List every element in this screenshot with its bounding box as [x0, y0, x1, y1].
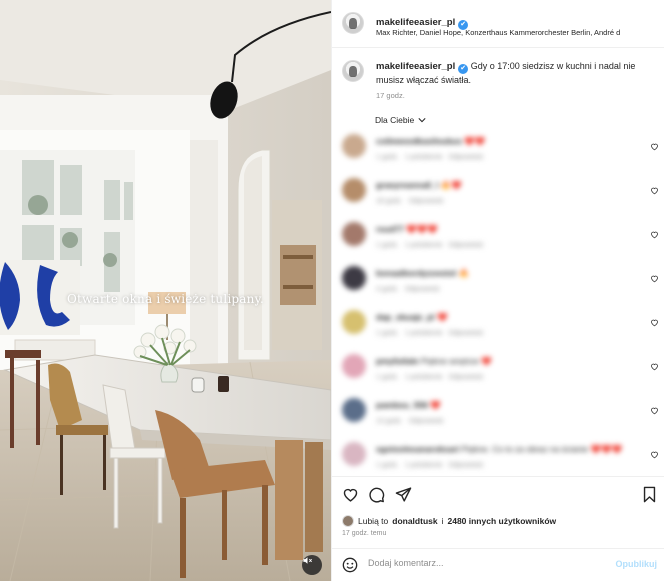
heart-icon[interactable] — [650, 318, 659, 327]
comment-text: 🔥❤️ — [440, 180, 462, 190]
comment-time: 1 godz. — [376, 154, 399, 161]
comment-icon[interactable] — [368, 486, 385, 503]
comment-username[interactable]: bonaalbordyzoestol — [376, 268, 456, 278]
emoji-icon[interactable] — [342, 557, 358, 573]
post-timestamp: 17 godz. temu — [342, 530, 387, 537]
caption-body: makelifeeasier_pl ✔ Gdy o 17:00 siedzisz … — [376, 60, 646, 87]
commenter-avatar[interactable] — [342, 442, 366, 466]
comment-text: Piękne. Co to za obraz na ścianie ❤️❤️❤️ — [461, 444, 623, 454]
comment-text: ❤️ — [430, 400, 441, 410]
comment-text: 🔥 — [458, 268, 470, 278]
likes-prefix: Lubią to — [358, 516, 389, 526]
comment-username[interactable]: graeyreanna0_l — [376, 180, 438, 190]
liker-username[interactable]: donaldtusk — [392, 516, 437, 526]
author-username[interactable]: makelifeeasier_pl — [376, 17, 455, 28]
author-avatar[interactable] — [342, 12, 364, 34]
comment-time: 1 godz. — [376, 374, 399, 381]
post-details-panel: makelifeeasier_pl ✔ Max Richter, Daniel H… — [331, 0, 664, 581]
comment-text: Piękne wnętrze ❤️ — [420, 356, 492, 366]
commenter-avatar[interactable] — [342, 266, 366, 290]
mute-icon — [303, 557, 312, 564]
comments-list[interactable]: coilewoodkasiloubus ❤️❤️ 1 godz. 1 polub… — [332, 128, 664, 476]
reply-button[interactable]: Odpowiedz — [448, 462, 483, 469]
comment-item: pambou_556 ❤️ 13 godz. Odpowiedz — [332, 392, 664, 436]
comment-time: 1 godz. — [376, 330, 399, 337]
commenter-avatar[interactable] — [342, 178, 366, 202]
comment-time: 4 godz. — [376, 286, 399, 293]
verified-icon: ✔ — [458, 64, 469, 74]
comment-likes[interactable]: 1 polubienie — [405, 154, 443, 161]
heart-icon[interactable] — [342, 486, 359, 503]
mute-button[interactable] — [302, 555, 322, 575]
comment-username[interactable]: dap_skuaje_pl — [376, 312, 435, 322]
comment-sort-label: Dla Ciebie — [375, 115, 415, 125]
comment-time: 1 godz. — [376, 242, 399, 249]
heart-icon[interactable] — [650, 406, 659, 415]
reply-button[interactable]: Odpowiedz — [448, 242, 483, 249]
comment-item: dap_skuaje_pl ❤️ 1 godz. 1 polubienie Od… — [332, 304, 664, 348]
post-video[interactable]: Otwarte okna i świeże tulipany. — [0, 0, 331, 581]
likes-summary: Lubią to donaldtusk i 2480 innych użytko… — [342, 515, 556, 527]
comment-text: ❤️❤️ — [464, 136, 486, 146]
video-caption-overlay: Otwarte okna i świeże tulipany. — [66, 292, 264, 306]
comment-item: graeyreanna0_l 🔥❤️ 18 godz. Odpowiedz — [332, 172, 664, 216]
post-header: makelifeeasier_pl ✔ Max Richter, Daniel H… — [332, 0, 664, 48]
comment-username[interactable]: rsud77 — [376, 224, 404, 234]
comment-likes[interactable]: 1 polubienie — [405, 330, 443, 337]
chevron-down-icon — [418, 118, 426, 123]
comment-likes[interactable]: 1 polubienie — [405, 374, 443, 381]
comment-text: ❤️❤️❤️ — [406, 224, 439, 234]
comment-username[interactable]: pmyfutlale — [376, 356, 419, 366]
add-comment-bar: Opublikuj — [332, 548, 664, 581]
liker-avatar[interactable] — [342, 515, 354, 527]
heart-icon[interactable] — [650, 186, 659, 195]
reply-button[interactable]: Odpowiedz — [409, 198, 444, 205]
post-actions: Lubią to donaldtusk i 2480 innych użytko… — [332, 476, 664, 548]
comment-text: ❤️ — [436, 312, 448, 322]
comment-item: pmyfutlale Piękne wnętrze ❤️ 1 godz. 1 p… — [332, 348, 664, 392]
comment-item: sgotoolesanaroksari Piękne. Co to za obr… — [332, 436, 664, 476]
heart-icon[interactable] — [650, 362, 659, 371]
comment-item: coilewoodkasiloubus ❤️❤️ 1 godz. 1 polub… — [332, 128, 664, 172]
reply-button[interactable]: Odpowiedz — [448, 374, 483, 381]
reply-button[interactable]: Odpowiedz — [405, 286, 440, 293]
comment-item: bonaalbordyzoestol 🔥 4 godz. Odpowiedz — [332, 260, 664, 304]
caption-timestamp: 17 godz. — [376, 91, 405, 100]
comment-time: 13 godz. — [376, 418, 403, 425]
comment-username[interactable]: sgotoolesanaroksari — [376, 444, 459, 454]
comment-username[interactable]: coilewoodkasiloubus — [376, 136, 462, 146]
audio-track-link[interactable]: Max Richter, Daniel Hope, Konzerthaus Ka… — [376, 28, 620, 37]
heart-icon[interactable] — [650, 274, 659, 283]
kitchen-scene-image — [0, 0, 331, 581]
likes-joiner: i — [441, 516, 444, 526]
reply-button[interactable]: Odpowiedz — [448, 154, 483, 161]
commenter-avatar[interactable] — [342, 310, 366, 334]
comment-time: 1 godz. — [376, 462, 399, 469]
comment-likes[interactable]: 1 polubienie — [405, 242, 443, 249]
heart-icon[interactable] — [650, 230, 659, 239]
commenter-avatar[interactable] — [342, 398, 366, 422]
comment-sort-dropdown[interactable]: Dla Ciebie — [375, 115, 426, 125]
comment-likes[interactable]: 1 polubienie — [405, 462, 443, 469]
caption-username[interactable]: makelifeeasier_pl — [376, 61, 455, 72]
reply-button[interactable]: Odpowiedz — [409, 418, 444, 425]
reply-button[interactable]: Odpowiedz — [448, 330, 483, 337]
commenter-avatar[interactable] — [342, 354, 366, 378]
comment-time: 18 godz. — [376, 198, 403, 205]
comment-input[interactable] — [368, 558, 598, 568]
share-icon[interactable] — [395, 486, 412, 503]
comment-username[interactable]: pambou_556 — [376, 400, 428, 410]
commenter-avatar[interactable] — [342, 134, 366, 158]
comment-item: rsud77 ❤️❤️❤️ 1 godz. 1 polubienie Odpow… — [332, 216, 664, 260]
caption-author-avatar[interactable] — [342, 60, 364, 82]
likes-others-link[interactable]: 2480 innych użytkowników — [447, 516, 556, 526]
publish-button[interactable]: Opublikuj — [616, 559, 658, 569]
heart-icon[interactable] — [650, 450, 659, 459]
commenter-avatar[interactable] — [342, 222, 366, 246]
heart-icon[interactable] — [650, 142, 659, 151]
bookmark-icon[interactable] — [642, 486, 657, 503]
